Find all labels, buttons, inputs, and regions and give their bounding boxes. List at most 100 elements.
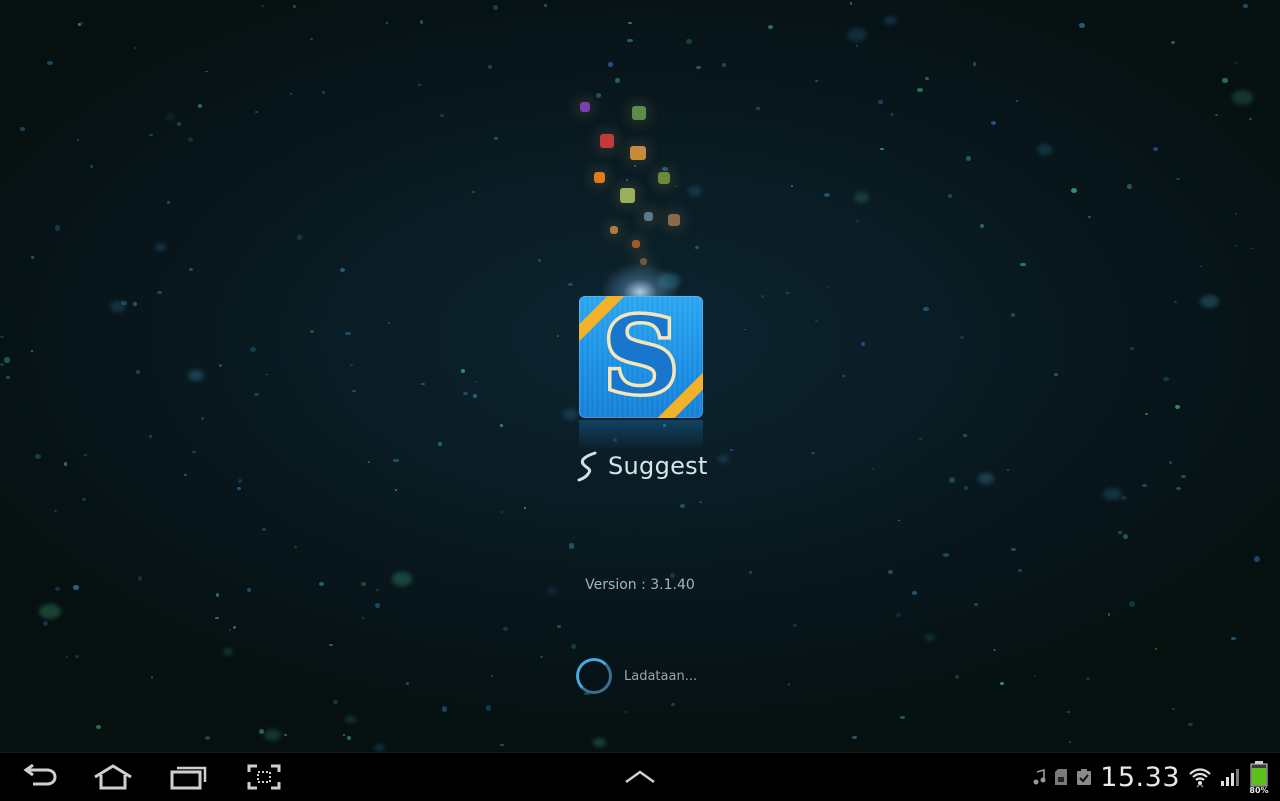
suggest-logo-icon: S — [579, 296, 703, 418]
particle-dot — [347, 736, 352, 741]
status-area[interactable]: 15.33 80% — [1032, 753, 1280, 801]
app-thumbnail-icon — [610, 226, 618, 234]
particle-dot — [1054, 372, 1059, 377]
particle-dot — [35, 453, 41, 459]
particle-dot — [823, 192, 830, 198]
particle-dot — [856, 220, 859, 223]
screen-capture-button[interactable] — [240, 761, 288, 793]
particle-dot — [1234, 212, 1238, 215]
particle-dot — [860, 341, 865, 346]
particle-dot — [439, 114, 445, 117]
app-brand: Suggest — [576, 450, 708, 482]
particle-dot — [47, 60, 53, 65]
particle-dot — [1154, 647, 1158, 651]
particle-dot — [237, 479, 243, 484]
particle-dot — [261, 527, 267, 532]
particle-dot — [493, 5, 499, 10]
particle-dot — [1175, 486, 1182, 491]
particle-dot — [222, 648, 234, 656]
particle-dot — [237, 486, 241, 490]
particle-dot — [187, 136, 194, 142]
particle-dot — [263, 729, 282, 742]
particle-dot — [31, 256, 35, 260]
particle-dot — [204, 736, 210, 741]
particle-dot — [121, 301, 127, 305]
recent-apps-button[interactable] — [164, 761, 212, 793]
particle-dot — [568, 543, 575, 549]
particle-dot — [368, 461, 371, 464]
particle-dot — [592, 737, 607, 748]
particle-dot — [79, 21, 84, 26]
particle-dot — [977, 473, 995, 485]
particle-dot — [438, 442, 442, 447]
particle-dot — [42, 620, 48, 626]
particle-dot — [157, 290, 162, 295]
app-thumbnail-icon — [630, 146, 646, 160]
particle-dot — [924, 76, 930, 81]
clock: 15.33 — [1100, 761, 1180, 793]
particle-dot — [756, 106, 760, 111]
battery-indicator: 80% — [1248, 761, 1270, 795]
particle-dot — [1142, 483, 1148, 488]
particle-dot — [1068, 741, 1072, 743]
particle-dot — [188, 268, 193, 272]
samsung-s-icon — [577, 451, 597, 482]
particle-dot — [340, 267, 346, 273]
particle-dot — [900, 716, 905, 720]
particle-dot — [283, 733, 287, 737]
screen-capture-icon — [247, 764, 281, 790]
particle-dot — [1243, 3, 1249, 9]
particle-dot — [1108, 613, 1111, 617]
particle-dot — [730, 448, 733, 451]
particle-dot — [698, 500, 702, 503]
home-button[interactable] — [89, 761, 137, 793]
splash-screen: S Suggest Version : 3.1.40 Ladataan... — [0, 0, 1280, 752]
particle-dot — [1088, 215, 1091, 219]
particle-dot — [696, 66, 701, 70]
particle-dot — [1163, 377, 1169, 381]
particle-dot — [176, 121, 182, 126]
back-button[interactable] — [16, 761, 64, 793]
expand-tray-button[interactable] — [616, 761, 664, 793]
particle-dot — [38, 603, 61, 620]
particle-dot — [183, 474, 187, 477]
particle-dot — [66, 656, 69, 658]
particle-dot — [963, 434, 967, 437]
particle-dot — [1122, 533, 1128, 539]
back-icon — [23, 764, 57, 786]
particle-dot — [136, 369, 140, 374]
particle-dot — [188, 369, 205, 381]
particle-dot — [475, 380, 478, 383]
particle-dot — [607, 61, 613, 67]
particle-dot — [718, 455, 730, 463]
particle-dot — [406, 682, 410, 685]
particle-dot — [419, 20, 424, 24]
particle-dot — [1010, 312, 1015, 317]
particle-dot — [350, 363, 353, 366]
particle-dot — [472, 394, 477, 398]
particle-dot — [1010, 548, 1016, 551]
particle-dot — [852, 735, 857, 739]
particle-dot — [974, 602, 978, 606]
particle-dot — [1067, 710, 1070, 713]
particle-dot — [329, 643, 333, 646]
particle-dot — [954, 675, 960, 680]
particle-dot — [503, 626, 509, 631]
particle-dot — [133, 301, 138, 307]
particle-dot — [31, 350, 34, 353]
music-note-icon — [1033, 769, 1046, 785]
particle-dot — [556, 334, 560, 337]
particle-dot — [1085, 677, 1090, 680]
particle-dot — [215, 593, 220, 597]
particle-dot — [721, 63, 726, 68]
particle-dot — [960, 336, 965, 339]
particle-dot — [254, 111, 258, 114]
floating-app-icons — [540, 80, 710, 280]
particle-dot — [192, 450, 197, 454]
particle-dot — [232, 625, 237, 629]
particle-dot — [815, 79, 818, 83]
particle-dot — [462, 392, 469, 396]
particle-dot — [624, 710, 628, 714]
signal-icon — [1221, 769, 1239, 786]
particle-dot — [787, 683, 791, 686]
